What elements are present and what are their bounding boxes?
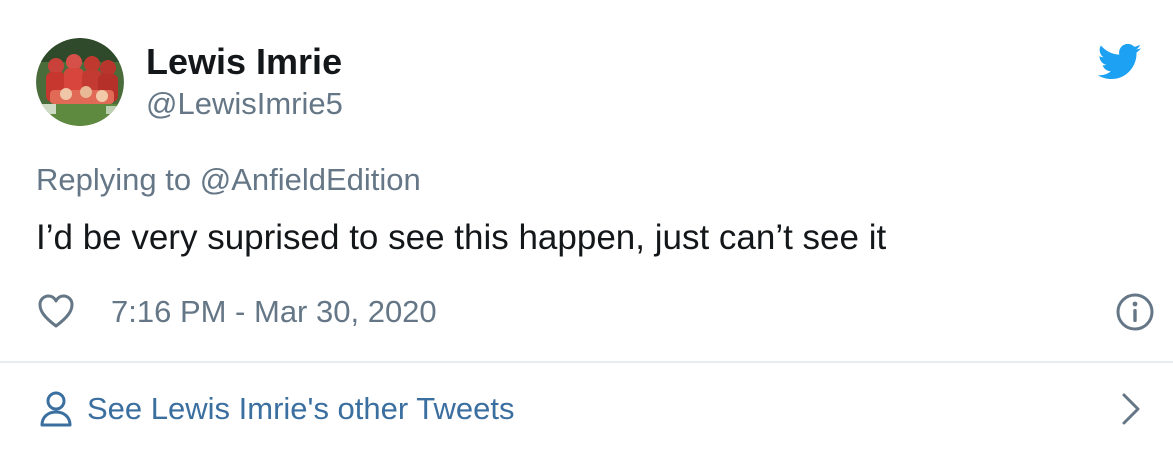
avatar-image bbox=[36, 38, 124, 126]
tweet-header: Lewis Imrie @LewisImrie5 bbox=[36, 38, 1143, 128]
heart-icon[interactable] bbox=[36, 292, 76, 330]
author-handle[interactable]: @LewisImrie5 bbox=[146, 84, 343, 124]
tweet-meta: 7:16 PM - Mar 30, 2020 bbox=[36, 290, 1155, 334]
reply-mention-link[interactable]: @AnfieldEdition bbox=[200, 162, 421, 197]
tweet-text: I’d be very suprised to see this happen,… bbox=[36, 218, 887, 257]
reply-prefix: Replying to bbox=[36, 162, 192, 197]
heart-glyph bbox=[38, 294, 74, 328]
twitter-bird-glyph bbox=[1097, 43, 1142, 80]
reply-context: Replying to @AnfieldEdition bbox=[36, 160, 421, 200]
avatar[interactable] bbox=[36, 38, 124, 126]
info-glyph bbox=[1116, 293, 1154, 331]
see-other-tweets-label[interactable]: See Lewis Imrie's other Tweets bbox=[87, 389, 514, 429]
divider bbox=[0, 361, 1173, 363]
chevron-glyph bbox=[1122, 393, 1140, 425]
author-name[interactable]: Lewis Imrie bbox=[146, 40, 343, 84]
tweet-card: Lewis Imrie @LewisImrie5 Replying to @An… bbox=[0, 0, 1173, 450]
user-glyph bbox=[40, 391, 72, 427]
tweet-timestamp[interactable]: 7:16 PM - Mar 30, 2020 bbox=[111, 292, 437, 332]
twitter-bird-icon[interactable] bbox=[1097, 42, 1142, 82]
see-other-tweets-link[interactable]: See Lewis Imrie's other Tweets bbox=[36, 385, 1143, 433]
info-icon[interactable] bbox=[1115, 292, 1155, 332]
user-icon bbox=[38, 390, 74, 428]
author-block: Lewis Imrie @LewisImrie5 bbox=[146, 40, 343, 124]
chevron-right-icon[interactable] bbox=[1119, 391, 1143, 427]
